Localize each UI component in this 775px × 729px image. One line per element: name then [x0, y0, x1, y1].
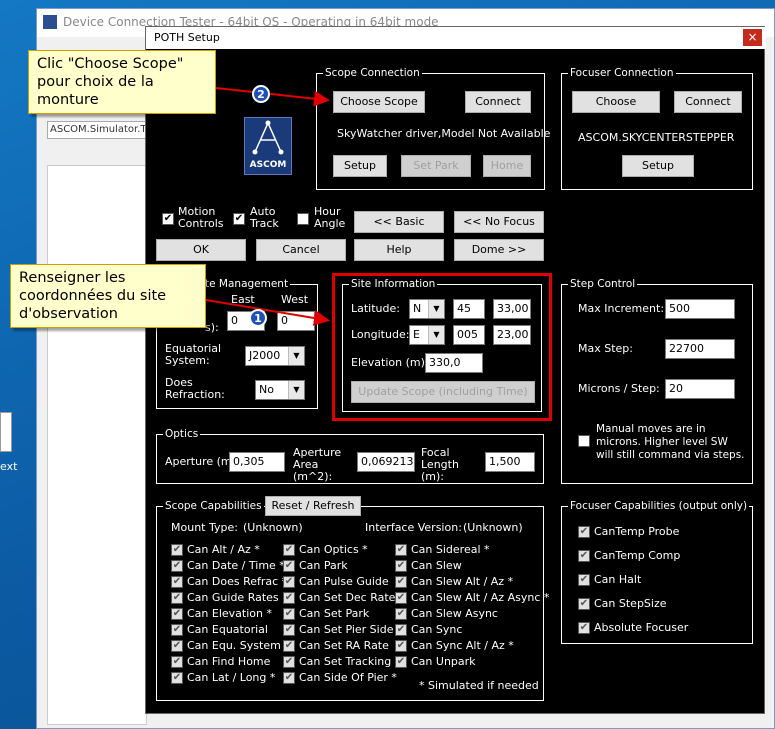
annotation-arrows: [205, 87, 330, 326]
arrow-to-choose-scope: [215, 87, 330, 107]
badge-step-1: 1: [249, 309, 267, 327]
badge-step-2: 2: [252, 85, 270, 103]
